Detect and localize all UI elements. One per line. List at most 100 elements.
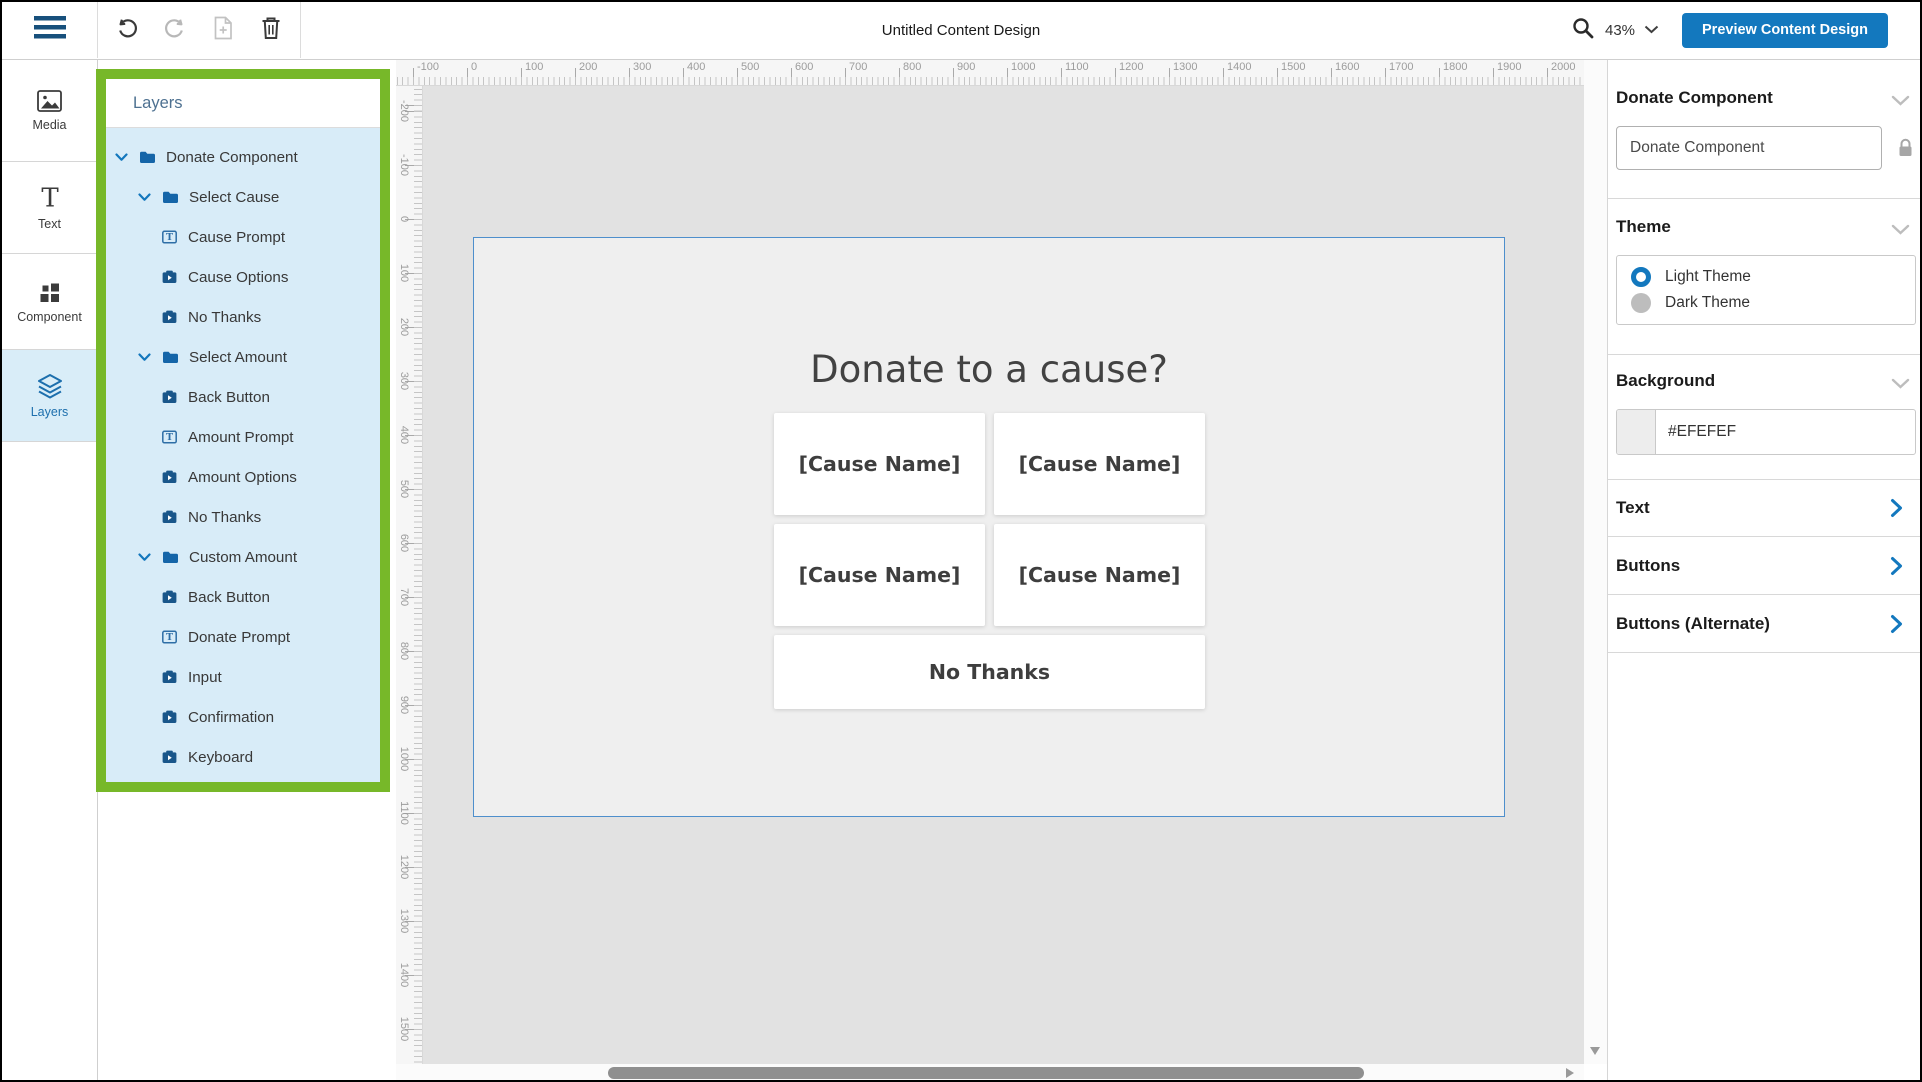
layer-label: Amount Options [188, 469, 297, 486]
layer-row-back-button[interactable]: Back Button [106, 577, 380, 617]
layer-row-amount-options[interactable]: Amount Options [106, 457, 380, 497]
sidebar-item-media[interactable]: Media [2, 59, 97, 162]
layer-label: Select Amount [189, 349, 287, 366]
cause-name-button[interactable]: [Cause Name] [994, 413, 1205, 515]
artboard[interactable]: Donate to a cause? [Cause Name][Cause Na… [473, 237, 1505, 817]
folder-icon [162, 190, 179, 204]
ruler-label: 1200 [1119, 61, 1143, 73]
chevron-right-icon [1890, 614, 1903, 634]
section-link-label: Buttons [1616, 556, 1890, 576]
cause-name-button[interactable]: [Cause Name] [774, 524, 985, 626]
delete-button[interactable] [258, 17, 284, 43]
sidebar-item-component[interactable]: Component [2, 254, 97, 350]
layer-row-donate-prompt[interactable]: TDonate Prompt [106, 617, 380, 657]
ruler-label: 1000 [396, 731, 410, 787]
chevron-down-icon[interactable] [1644, 21, 1659, 39]
layer-row-select-amount[interactable]: Select Amount [106, 337, 380, 377]
section-link-text[interactable]: Text [1608, 479, 1920, 537]
layers-panel: Layers Donate ComponentSelect CauseTCaus… [106, 79, 380, 782]
properties-panel: Donate Component Theme Light ThemeDark T… [1607, 59, 1920, 1080]
sidebar-item-text[interactable]: TText [2, 162, 97, 254]
radio-selected-icon[interactable] [1631, 267, 1651, 287]
text-layer-icon: T [161, 629, 178, 645]
layer-tree: Donate ComponentSelect CauseTCause Promp… [106, 128, 380, 782]
preview-content-design-button[interactable]: Preview Content Design [1682, 13, 1888, 48]
ruler-label: 2000 [1551, 61, 1575, 73]
chevron-down-icon[interactable] [115, 153, 128, 162]
layer-label: Cause Prompt [188, 229, 285, 246]
donate-heading[interactable]: Donate to a cause? [474, 348, 1504, 391]
chevron-down-icon[interactable] [138, 553, 151, 562]
text-icon: T [38, 185, 62, 212]
color-swatch[interactable] [1617, 410, 1656, 454]
radio-unselected-icon[interactable] [1631, 293, 1651, 313]
chevron-down-icon[interactable] [1891, 222, 1910, 240]
scroll-right-arrow-icon[interactable] [1566, 1068, 1574, 1078]
button-layer-icon [161, 749, 178, 765]
component-name-input[interactable] [1616, 126, 1882, 170]
section-link-buttons[interactable]: Buttons [1608, 537, 1920, 595]
sidebar-item-layers[interactable]: Layers [2, 350, 97, 442]
button-layer-icon [161, 469, 178, 485]
zoom-icon[interactable] [1570, 15, 1596, 46]
scroll-down-arrow-icon[interactable] [1590, 1047, 1600, 1055]
ruler-label: 0 [396, 191, 410, 247]
chevron-down-icon[interactable] [138, 193, 151, 202]
ruler-label: 1400 [1227, 61, 1251, 73]
chevron-right-icon [1890, 498, 1903, 518]
ruler-label: 1300 [1173, 61, 1197, 73]
background-color-value: #EFEFEF [1668, 423, 1736, 441]
svg-text:T: T [41, 185, 59, 212]
layer-row-keyboard[interactable]: Keyboard [106, 737, 380, 777]
ruler-label: 1600 [1335, 61, 1359, 73]
layer-row-select-cause[interactable]: Select Cause [106, 177, 380, 217]
layer-row-cause-prompt[interactable]: TCause Prompt [106, 217, 380, 257]
folder-icon [162, 550, 179, 564]
lock-icon[interactable] [1896, 137, 1915, 164]
layer-row-no-thanks[interactable]: No Thanks [106, 297, 380, 337]
layer-label: Input [188, 669, 222, 686]
toolbar-item-label: Media [32, 118, 66, 132]
ruler-label: -100 [417, 61, 439, 73]
chevron-right-icon [1890, 556, 1903, 576]
layer-row-amount-prompt[interactable]: TAmount Prompt [106, 417, 380, 457]
cause-name-button[interactable]: [Cause Name] [994, 524, 1205, 626]
undo-button[interactable] [114, 17, 140, 43]
chevron-down-icon[interactable] [1891, 376, 1910, 394]
no-thanks-button[interactable]: No Thanks [774, 635, 1205, 709]
theme-option-light-theme[interactable]: Light Theme [1631, 267, 1915, 287]
ruler-label: 0 [471, 61, 477, 73]
cause-name-button[interactable]: [Cause Name] [774, 413, 985, 515]
horizontal-scrollbar-thumb[interactable] [608, 1067, 1364, 1079]
theme-option-dark-theme[interactable]: Dark Theme [1631, 293, 1915, 313]
background-color-input[interactable]: #EFEFEF [1616, 409, 1916, 455]
vertical-scrollbar[interactable] [1584, 59, 1607, 1064]
layer-row-cause-options[interactable]: Cause Options [106, 257, 380, 297]
layer-row-custom-amount[interactable]: Custom Amount [106, 537, 380, 577]
layers-panel-title: Layers [106, 79, 380, 128]
layer-row-back-button[interactable]: Back Button [106, 377, 380, 417]
layer-row-confirmation[interactable]: Confirmation [106, 697, 380, 737]
design-canvas[interactable]: Donate to a cause? [Cause Name][Cause Na… [423, 86, 1584, 1064]
chevron-down-icon[interactable] [1891, 93, 1910, 111]
layer-row-no-thanks[interactable]: No Thanks [106, 497, 380, 537]
app-window: Untitled Content Design 43% Preview Cont… [0, 0, 1922, 1082]
section-link-buttons-alternate[interactable]: Buttons (Alternate) [1608, 595, 1920, 653]
layer-row-input[interactable]: Input [106, 657, 380, 697]
ruler-label: 500 [396, 461, 410, 517]
button-layer-icon [161, 669, 178, 685]
layer-label: Cause Options [188, 269, 288, 286]
section-links: Text Buttons Buttons (Alternate) [1608, 479, 1920, 653]
horizontal-scrollbar[interactable] [396, 1064, 1584, 1082]
zoom-level-value[interactable]: 43% [1605, 22, 1635, 39]
redo-button[interactable] [162, 17, 188, 43]
ruler-label: 100 [525, 61, 543, 73]
layer-row-donate-component[interactable]: Donate Component [106, 137, 380, 177]
ruler-label: 200 [579, 61, 597, 73]
ruler-label: 1100 [396, 785, 410, 841]
chevron-down-icon[interactable] [138, 353, 151, 362]
layer-label: Back Button [188, 589, 270, 606]
redo-icon [162, 15, 188, 46]
new-page-button[interactable] [210, 17, 236, 43]
ruler-label: 1700 [1389, 61, 1413, 73]
